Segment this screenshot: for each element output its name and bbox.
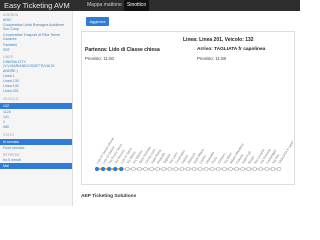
line-vehicle-title: Linea: Linea 201, Veicolo: 132	[183, 37, 254, 43]
sidebar-item-mai[interactable]: Mai	[0, 163, 72, 169]
stop-dot[interactable]	[234, 166, 239, 172]
stop-dot[interactable]	[149, 166, 154, 172]
stop-dot[interactable]	[161, 166, 166, 172]
stop-dot[interactable]	[204, 166, 209, 172]
stop-dot[interactable]	[94, 166, 100, 172]
section-label-stato: STATO	[3, 133, 15, 137]
stop-dot[interactable]	[276, 166, 282, 172]
sidebar-item-fuori-servizio[interactable]: Fuori servizio	[3, 146, 67, 150]
stop-dot[interactable]	[185, 166, 191, 172]
stop-dot[interactable]	[155, 166, 160, 172]
sidebar-item-141[interactable]: 141	[3, 115, 67, 119]
stop-dot[interactable]	[125, 166, 130, 172]
top-navbar: Easy Ticketing AVM Mappa mattone Sinotti…	[0, 0, 300, 11]
stop-dot[interactable]	[143, 166, 148, 172]
stop-dot[interactable]	[258, 166, 263, 172]
main-content: Aggiorna Linea: Linea 201, Veicolo: 132 …	[73, 11, 300, 206]
sidebar-item-linea-130[interactable]: Linea 130	[3, 79, 67, 83]
stop-label: TAGLIATA fr capolinea	[277, 135, 293, 164]
stop-dot[interactable]	[270, 166, 276, 172]
nav-sinottico[interactable]: Sinottico	[124, 0, 150, 11]
stop-dot[interactable]	[197, 166, 203, 172]
stop-dot[interactable]	[264, 166, 270, 172]
stop-dot[interactable]	[191, 166, 197, 172]
arrival-scheduled-time: Previsto: 11:58	[197, 56, 226, 61]
sidebar-item-132[interactable]: 132	[0, 103, 72, 109]
section-label-azienda: AZIENDA	[3, 13, 19, 17]
stop-dot[interactable]	[106, 166, 112, 172]
section-label-veicolo: VEICOLO	[3, 97, 19, 101]
app-brand[interactable]: Easy Ticketing AVM	[4, 1, 70, 10]
stop-dot[interactable]	[240, 166, 245, 172]
route-diagram: Lido di Classe chiesaLido di ClasseVia F…	[94, 135, 293, 172]
sidebar-item-linea-201[interactable]: Linea 201	[3, 89, 67, 93]
sidebar-item-sst[interactable]: SST	[3, 48, 67, 52]
stop-dot[interactable]	[216, 166, 221, 172]
sidebar-item-in-servizio[interactable]: In servizio	[0, 139, 72, 145]
filter-sidebar: AZIENDA ARIC Cooperativa Unità Romagna A…	[0, 11, 73, 206]
sidebar-item-cooperativa-romagna[interactable]: Cooperativa Unità Romagna Autolinee Soc.…	[3, 23, 67, 32]
stop-dot[interactable]	[252, 166, 257, 172]
stop-dot[interactable]	[119, 166, 124, 172]
section-label-linee: LINEE	[3, 55, 14, 59]
section-label-refresh: REFRESH	[3, 153, 20, 157]
sidebar-item-5-minuti[interactable]: fra 5 minuti	[3, 158, 67, 162]
sidebar-item-linea-140[interactable]: Linea 140	[3, 84, 67, 88]
stop-dot[interactable]	[173, 166, 179, 172]
arrival-label: Arrivo: TAGLIATA fr capolinea	[197, 47, 266, 52]
sidebar-item-fanfarini[interactable]: Fanfarini	[3, 43, 67, 47]
stop-dot[interactable]	[179, 166, 185, 172]
aggiorna-button[interactable]: Aggiorna	[86, 17, 109, 26]
sidebar-item-aric[interactable]: ARIC	[3, 18, 67, 22]
stop-dot[interactable]	[100, 166, 106, 172]
sidebar-item-1124[interactable]: 1124	[3, 110, 67, 114]
nav-mappa-mattone[interactable]: Mappa mattone	[87, 2, 122, 8]
stop-dot[interactable]	[131, 166, 136, 172]
stop-dot[interactable]	[246, 166, 251, 172]
stop-dot[interactable]	[113, 166, 118, 172]
sidebar-item-980[interactable]: 980	[3, 125, 67, 129]
sidebar-item-cooperativa-riva[interactable]: Cooperativa Trasporti di Riva Terme Gara…	[3, 33, 67, 42]
sidebar-item-cinema-city[interactable]: CINEMA CITY (V.V.MARIANIDOSSETTI/VIA DI …	[3, 60, 67, 73]
departure-scheduled-time: Previsto: 11:50	[85, 56, 114, 61]
departure-label: Partenza: Lido di Classe chiesa	[85, 47, 160, 53]
footer-brand: AEP Ticketing Solutions	[81, 194, 137, 199]
stop-dot[interactable]	[167, 166, 172, 172]
stop-dot[interactable]	[228, 166, 233, 172]
sidebar-item-1[interactable]: 1	[3, 120, 67, 124]
stop-dot[interactable]	[137, 166, 142, 172]
stop-dot[interactable]	[210, 166, 215, 172]
sidebar-item-linea-1[interactable]: Linea 1	[3, 74, 67, 78]
stop-dot[interactable]	[222, 166, 227, 172]
